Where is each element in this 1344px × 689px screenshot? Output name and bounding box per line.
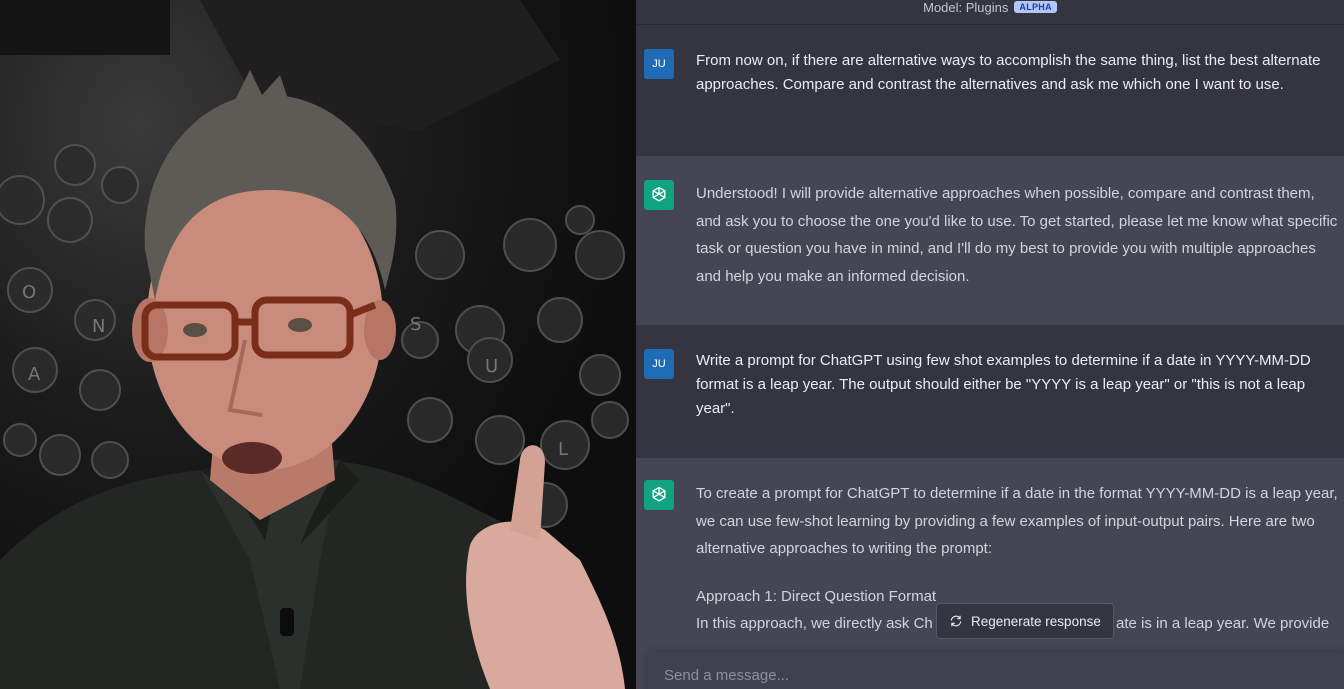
- svg-text:S: S: [410, 314, 421, 335]
- regenerate-label: Regenerate response: [971, 613, 1101, 629]
- svg-text:A: A: [28, 364, 41, 385]
- regenerate-response-button[interactable]: Regenerate response: [936, 603, 1114, 639]
- user-message: JU Write a prompt for ChatGPT using few …: [636, 325, 1344, 458]
- partial-text-right: ate is in a leap year. We provide: [1116, 615, 1330, 632]
- message-text: To create a prompt for ChatGPT to determ…: [696, 485, 1338, 557]
- message-text: Write a prompt for ChatGPT using few sho…: [696, 352, 1311, 417]
- partial-text-left: In this approach, we directly ask Ch: [696, 615, 933, 632]
- message-text: Understood! I will provide alternative a…: [696, 185, 1338, 285]
- message-text: From now on, if there are alternative wa…: [696, 52, 1321, 93]
- svg-text:O: O: [22, 282, 36, 303]
- alpha-badge: ALPHA: [1014, 1, 1057, 13]
- model-label: Model: Plugins: [923, 0, 1009, 15]
- presenter-video: A N S U L O: [0, 0, 636, 689]
- svg-text:L: L: [558, 439, 568, 460]
- chat-panel: Model: Plugins ALPHA JU From now on, if …: [636, 0, 1344, 689]
- svg-text:U: U: [485, 356, 498, 377]
- message-input[interactable]: [662, 664, 1326, 686]
- assistant-message: Understood! I will provide alternative a…: [636, 156, 1344, 325]
- model-header: Model: Plugins ALPHA: [636, 0, 1344, 25]
- user-avatar: JU: [644, 349, 674, 379]
- openai-logo-icon: [644, 480, 674, 510]
- svg-text:N: N: [92, 316, 105, 337]
- user-avatar: JU: [644, 49, 674, 79]
- user-message: JU From now on, if there are alternative…: [636, 25, 1344, 156]
- presenter-image: A N S U L O: [0, 0, 629, 689]
- message-composer: [648, 652, 1344, 689]
- refresh-icon: [950, 615, 962, 627]
- openai-logo-icon: [644, 180, 674, 210]
